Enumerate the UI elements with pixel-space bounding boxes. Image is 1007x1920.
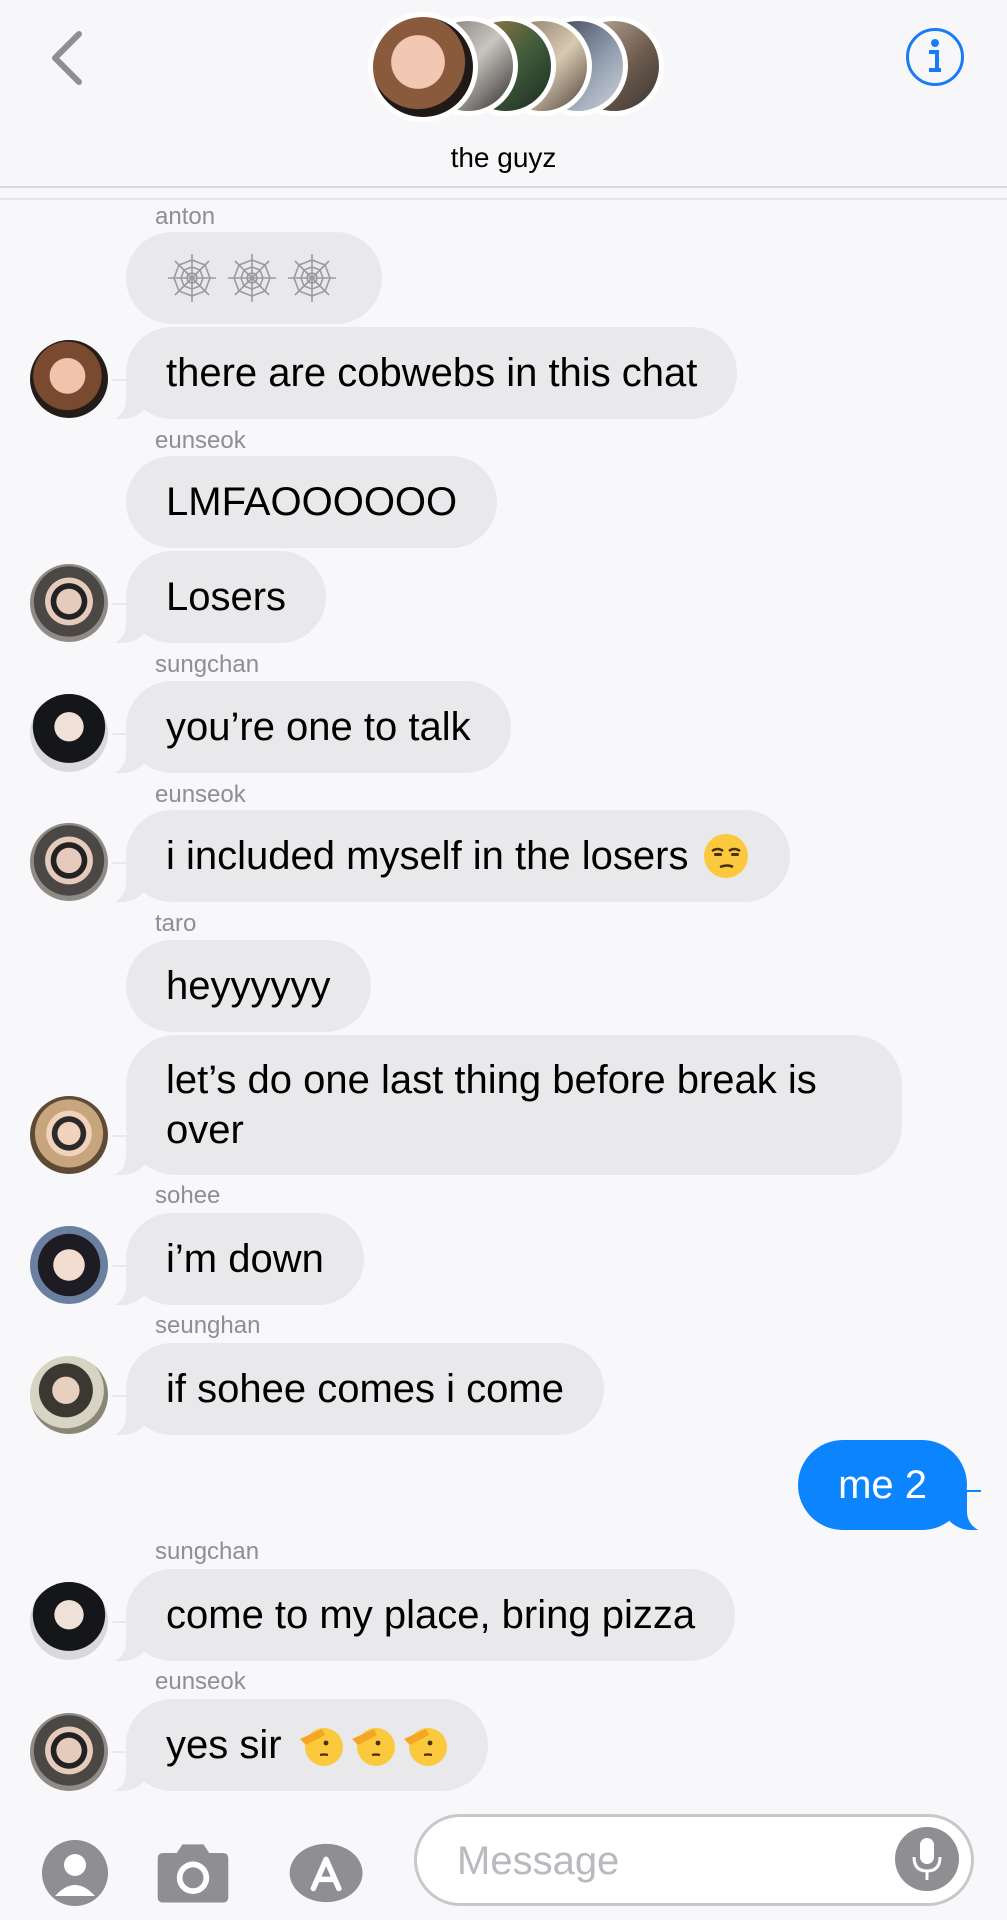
- sender-label: taro: [155, 910, 197, 937]
- sender-label: sohee: [155, 1182, 221, 1209]
- group-avatar-1: [368, 12, 478, 122]
- group-title[interactable]: the guyz: [0, 142, 1007, 174]
- message-text: you’re one to talk: [166, 704, 471, 749]
- message-bubble[interactable]: [126, 232, 382, 324]
- avatar-eunseok[interactable]: [30, 564, 108, 642]
- compose-bar: Message: [0, 1800, 1007, 1920]
- message-input[interactable]: Message: [414, 1814, 974, 1906]
- message-bubble[interactable]: come to my place, bring pizza: [99, 1569, 736, 1663]
- message-text: there are cobwebs in this chat: [166, 350, 698, 395]
- cobweb-icon: [168, 254, 216, 302]
- unamused-face-icon: [704, 834, 749, 878]
- chevron-left-icon: [52, 31, 82, 85]
- avatar-sungchan[interactable]: [30, 1582, 108, 1660]
- message-bubble[interactable]: heyyyyyy: [126, 940, 371, 1032]
- avatar-eunseok[interactable]: [30, 1713, 108, 1791]
- avatar-sohee[interactable]: [30, 1226, 108, 1304]
- message-text: if sohee comes i come: [166, 1366, 564, 1411]
- saluting-face-icon: [403, 1728, 447, 1766]
- message-text: let’s do one last thing before break is …: [166, 1058, 817, 1152]
- sender-label: eunseok: [155, 1668, 246, 1695]
- info-icon: [929, 39, 941, 72]
- message-text: come to my place, bring pizza: [166, 1592, 696, 1637]
- message-bubble[interactable]: Losers: [99, 551, 327, 645]
- message-bubble[interactable]: you’re one to talk: [100, 681, 511, 775]
- message-text: Losers: [166, 574, 287, 619]
- sender-label: eunseok: [155, 427, 246, 454]
- message-text: me 2: [838, 1462, 927, 1507]
- message-placeholder: Message: [457, 1839, 620, 1883]
- contact-button[interactable]: [34, 1832, 116, 1914]
- saluting-face-icon: [351, 1728, 395, 1766]
- message-bubble[interactable]: there are cobwebs in this chat: [99, 327, 738, 421]
- app-store-button[interactable]: [286, 1832, 368, 1914]
- message-bubble[interactable]: i’m down: [100, 1213, 364, 1307]
- conversation-header: the guyz: [0, 0, 1007, 200]
- sender-label: anton: [155, 203, 216, 230]
- sent-message-bubble[interactable]: me 2: [798, 1440, 993, 1532]
- info-button[interactable]: [906, 28, 964, 86]
- message-text: yes sir: [166, 1722, 282, 1767]
- message-bubble[interactable]: LMFAOOOOOO: [126, 456, 498, 548]
- back-button[interactable]: [42, 26, 92, 90]
- message-text: heyyyyyy: [166, 963, 331, 1008]
- sender-label: seunghan: [155, 1312, 261, 1339]
- sender-label: sungchan: [155, 651, 260, 678]
- message-bubble[interactable]: let’s do one last thing before break is …: [100, 1035, 902, 1177]
- app-store-icon: [289, 1843, 363, 1903]
- contact-icon: [42, 1840, 108, 1906]
- sender-label: eunseok: [155, 781, 246, 808]
- message-bubble[interactable]: i included myself in the losers: [99, 810, 791, 904]
- camera-icon: [157, 1844, 229, 1903]
- dictation-button[interactable]: [895, 1827, 959, 1891]
- saluting-face-icon: [299, 1728, 343, 1766]
- message-text: i included myself in the losers: [166, 833, 689, 878]
- message-bubble[interactable]: if sohee comes i come: [100, 1343, 604, 1437]
- message-bubble[interactable]: yes sir: [100, 1699, 488, 1793]
- message-text: i’m down: [166, 1236, 324, 1281]
- group-avatars[interactable]: [368, 12, 668, 126]
- microphone-icon: [912, 1838, 942, 1880]
- cobweb-icon: [228, 254, 276, 302]
- sender-label: sungchan: [155, 1538, 260, 1565]
- avatar-sungchan[interactable]: [30, 694, 108, 772]
- camera-button[interactable]: [152, 1832, 234, 1914]
- avatar-eunseok[interactable]: [30, 823, 108, 901]
- avatar-seunghan[interactable]: [30, 1356, 108, 1434]
- avatar-taro[interactable]: [30, 1096, 108, 1174]
- cobweb-icon: [288, 254, 336, 302]
- message-text: LMFAOOOOOO: [166, 479, 458, 524]
- avatar-anton[interactable]: [30, 340, 108, 418]
